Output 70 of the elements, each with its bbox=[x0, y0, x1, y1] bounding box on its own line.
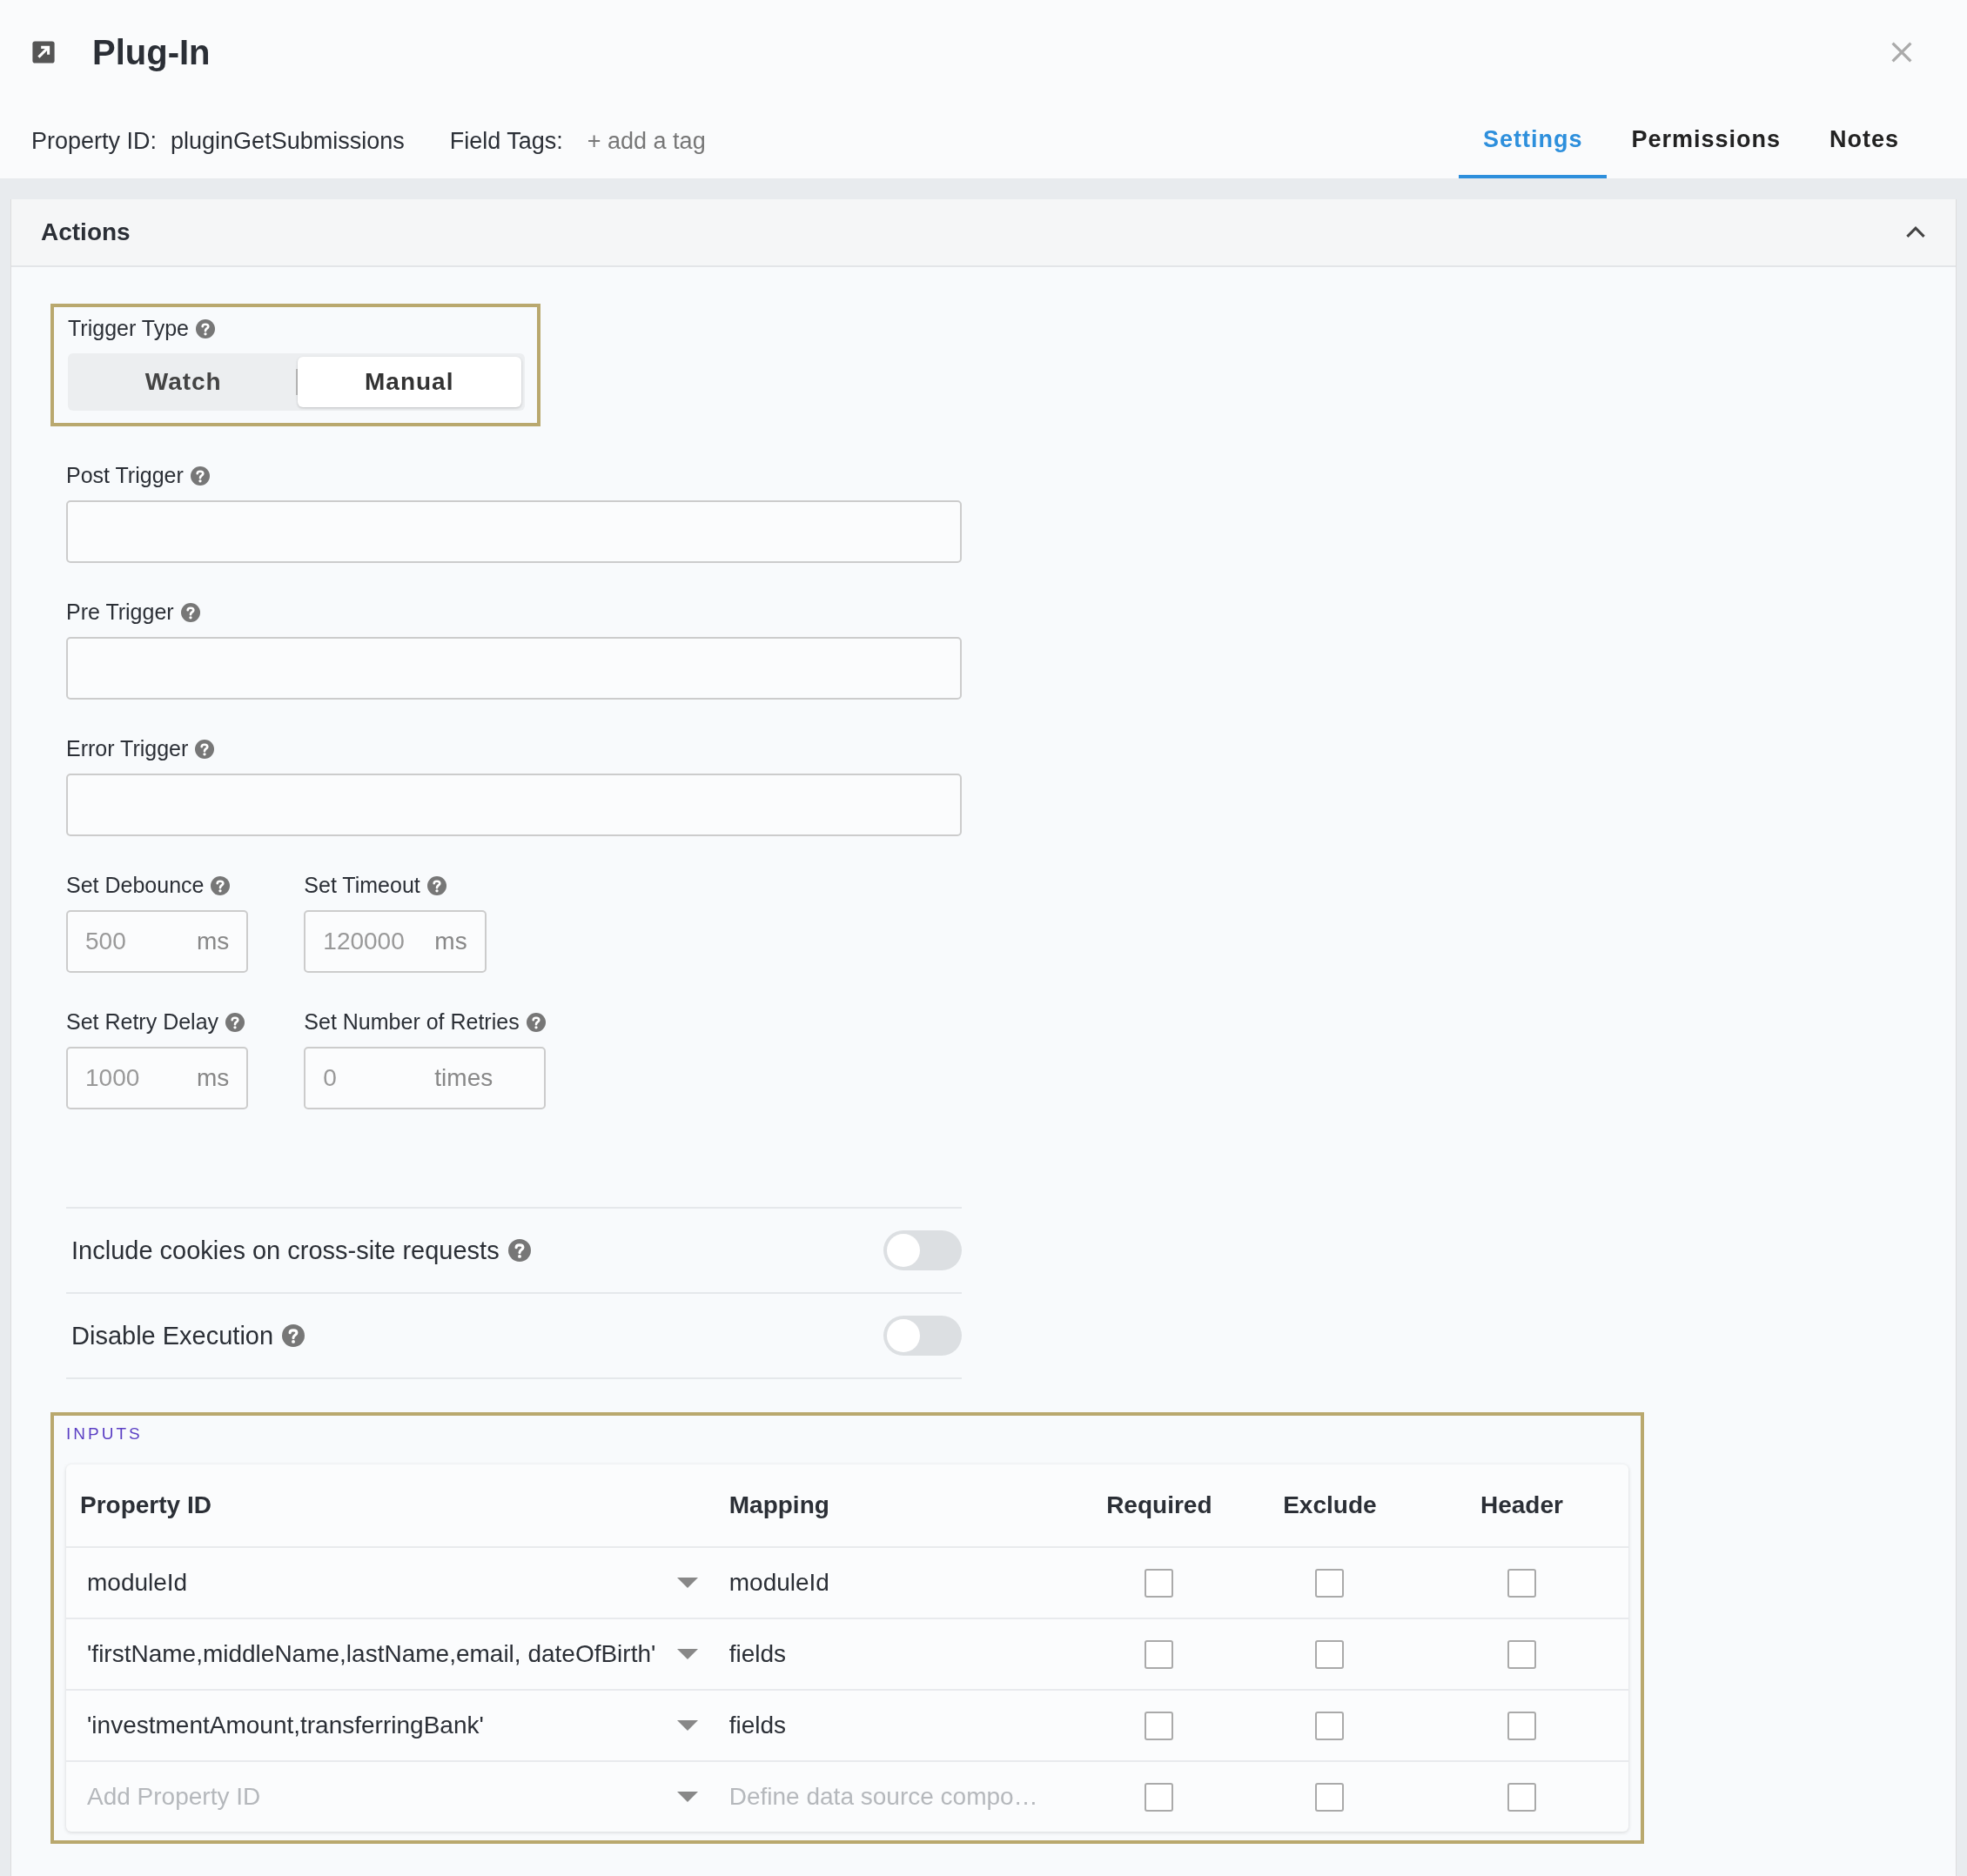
checkbox[interactable] bbox=[1145, 1711, 1174, 1740]
checkbox[interactable] bbox=[1315, 1711, 1345, 1740]
column-header: Property ID bbox=[80, 1491, 211, 1519]
toggle-label: Include cookies on cross-site requests bbox=[71, 1236, 500, 1265]
unit-label: ms bbox=[434, 928, 467, 955]
help-icon[interactable] bbox=[426, 875, 446, 895]
tab[interactable]: Notes bbox=[1805, 104, 1923, 178]
segment-option[interactable]: Manual bbox=[297, 357, 521, 407]
field-label: Error Trigger bbox=[66, 736, 189, 761]
checkbox[interactable] bbox=[1145, 1568, 1174, 1598]
field-label: Trigger Type bbox=[68, 316, 189, 341]
help-icon[interactable] bbox=[282, 1324, 305, 1347]
chevron-icon[interactable] bbox=[1905, 225, 1926, 239]
section-header[interactable]: Actions bbox=[11, 199, 1956, 267]
field-label: Set Number of Retries bbox=[304, 1009, 520, 1035]
add-tag-link[interactable]: + add a tag bbox=[587, 128, 706, 155]
caret-icon[interactable] bbox=[676, 1649, 698, 1659]
checkbox[interactable] bbox=[1507, 1568, 1536, 1598]
caret-icon[interactable] bbox=[676, 1792, 698, 1802]
text-field[interactable] bbox=[66, 774, 962, 836]
help-icon[interactable] bbox=[526, 1012, 546, 1032]
checkbox[interactable] bbox=[1507, 1711, 1536, 1740]
property-id-label: Property ID: bbox=[31, 128, 158, 155]
field-label: Post Trigger bbox=[66, 463, 184, 488]
inputs-heading: INPUTS bbox=[66, 1424, 144, 1444]
help-icon[interactable] bbox=[211, 875, 231, 895]
toggle-switch[interactable] bbox=[883, 1316, 962, 1356]
mapping-field[interactable]: moduleId bbox=[728, 1569, 829, 1597]
caret-icon[interactable] bbox=[676, 1720, 698, 1731]
help-icon[interactable] bbox=[195, 739, 215, 759]
text-field[interactable] bbox=[66, 500, 962, 563]
help-icon[interactable] bbox=[507, 1239, 531, 1262]
property-id-dropdown[interactable]: 'investmentAmount,transferringBank' bbox=[80, 1712, 484, 1739]
field-label: Set Retry Delay bbox=[66, 1009, 219, 1035]
property-id-dropdown[interactable]: moduleId bbox=[80, 1569, 188, 1597]
column-header: Exclude bbox=[1283, 1491, 1377, 1519]
external-link-icon bbox=[31, 40, 56, 64]
field-label: Set Timeout bbox=[304, 873, 420, 898]
property-id-dropdown[interactable]: 'firstName,middleName,lastName,email, dateOfBirth' bbox=[80, 1640, 656, 1668]
mapping-field[interactable]: fields bbox=[728, 1712, 787, 1739]
checkbox[interactable] bbox=[1315, 1639, 1345, 1669]
checkbox[interactable] bbox=[1507, 1782, 1536, 1812]
field-tags-label: Field Tags: bbox=[449, 128, 563, 155]
field-label: Set Debounce bbox=[66, 873, 205, 898]
unit-label: times bbox=[434, 1064, 493, 1092]
mapping-field[interactable]: fields bbox=[728, 1640, 787, 1668]
column-header: Required bbox=[1106, 1491, 1212, 1519]
checkbox[interactable] bbox=[1145, 1639, 1174, 1669]
dialog-title: Plug-In bbox=[92, 32, 211, 72]
toggle-label: Disable Execution bbox=[71, 1321, 274, 1350]
help-icon[interactable] bbox=[190, 466, 210, 486]
segment-option[interactable]: Watch bbox=[71, 357, 296, 407]
help-icon[interactable] bbox=[195, 318, 215, 338]
checkbox[interactable] bbox=[1315, 1568, 1345, 1598]
close-icon[interactable] bbox=[1890, 41, 1913, 64]
help-icon[interactable] bbox=[225, 1012, 245, 1032]
field-label: Pre Trigger bbox=[66, 600, 174, 625]
help-icon[interactable] bbox=[180, 602, 200, 622]
property-id-value: pluginGetSubmissions bbox=[171, 128, 405, 155]
toggle-switch[interactable] bbox=[883, 1230, 962, 1270]
caret-icon[interactable] bbox=[676, 1578, 698, 1588]
column-header: Header bbox=[1480, 1491, 1563, 1519]
checkbox[interactable] bbox=[1145, 1782, 1174, 1812]
column-header: Mapping bbox=[728, 1491, 829, 1519]
unit-label: ms bbox=[197, 1064, 230, 1092]
checkbox[interactable] bbox=[1507, 1639, 1536, 1669]
text-field[interactable] bbox=[66, 637, 962, 700]
tab[interactable]: Permissions bbox=[1607, 104, 1805, 178]
unit-label: ms bbox=[197, 928, 230, 955]
checkbox[interactable] bbox=[1315, 1782, 1345, 1812]
